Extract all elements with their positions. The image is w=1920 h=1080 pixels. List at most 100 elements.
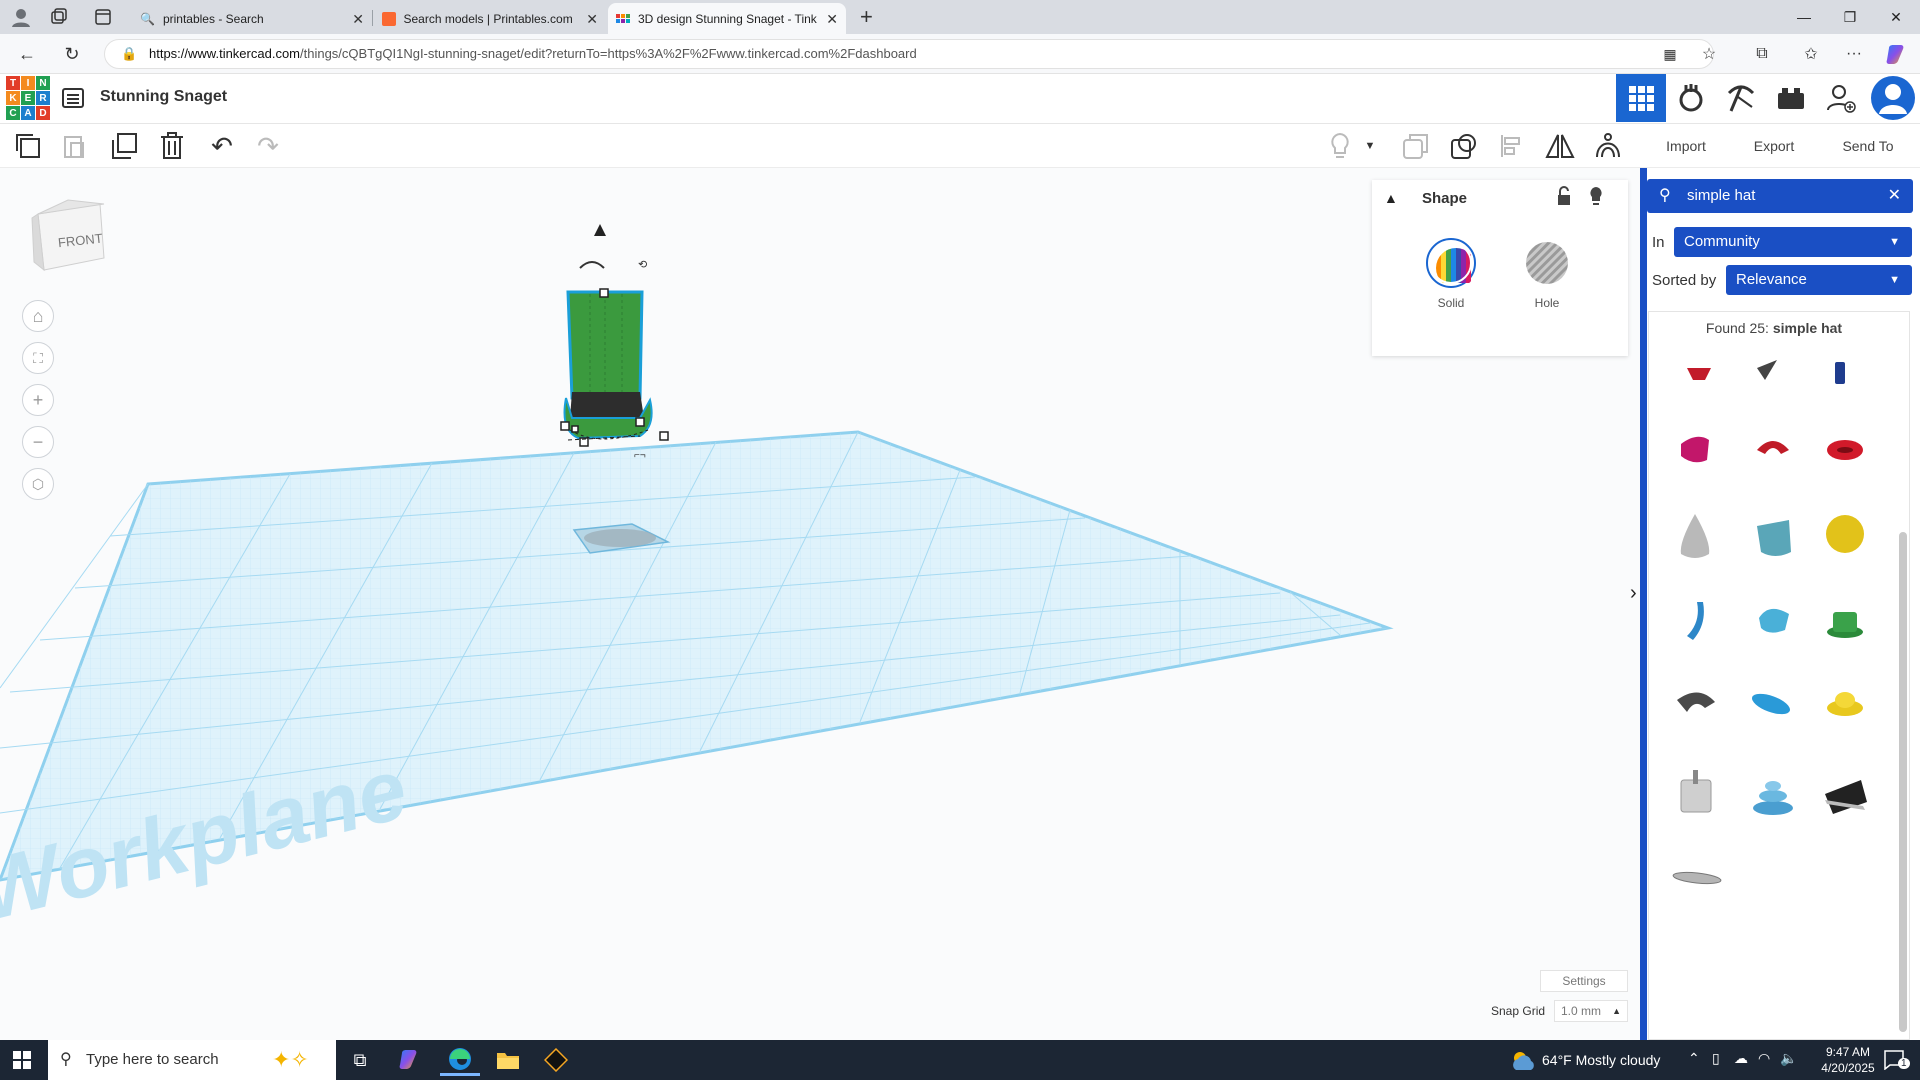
collapse-chevron-icon[interactable]: ▲ (1384, 190, 1398, 206)
result-item[interactable] (1757, 441, 1789, 454)
clock[interactable]: 9:47 AM 4/20/2025 (1808, 1044, 1888, 1076)
export-button[interactable]: Export (1736, 132, 1812, 160)
address-bar[interactable]: 🔒 https://www.tinkercad.com/things/cQBTg… (104, 39, 1714, 69)
close-window-icon[interactable]: ✕ (1873, 0, 1919, 34)
dimension-handle[interactable]: ⌐¬ (634, 450, 646, 461)
result-item[interactable] (1825, 780, 1867, 814)
show-hidden-icons[interactable]: ⌃ (1688, 1050, 1700, 1067)
tab-actions-icon[interactable] (94, 8, 112, 26)
view-cube[interactable]: FRONT (30, 198, 110, 278)
result-item[interactable] (1680, 514, 1710, 558)
onedrive-cloud-icon[interactable]: ☁ (1734, 1050, 1748, 1067)
add-user-button[interactable] (1816, 74, 1866, 122)
result-item[interactable] (1827, 440, 1863, 460)
group-button[interactable] (1400, 130, 1432, 162)
favorites-icon[interactable]: ✩ (1797, 40, 1825, 68)
profile-icon[interactable] (10, 6, 32, 28)
copilot-icon[interactable] (1882, 40, 1910, 68)
undo-icon[interactable]: ↶ (206, 130, 238, 162)
note-lightbulb-icon[interactable] (1324, 130, 1356, 162)
top-hat-model[interactable] (563, 290, 653, 440)
ungroup-button[interactable] (1448, 130, 1480, 162)
blocks-button[interactable] (1716, 74, 1766, 122)
close-tab-icon[interactable]: ✕ (352, 11, 364, 28)
result-item[interactable] (1753, 781, 1793, 815)
align-button[interactable] (1496, 130, 1528, 162)
weather-cloud-icon[interactable] (1510, 1048, 1538, 1072)
favorite-star-icon[interactable]: ☆ (1695, 40, 1723, 68)
snap-grid-select[interactable]: 1.0 mm ▲ (1554, 1000, 1628, 1022)
import-button[interactable]: Import (1648, 132, 1724, 160)
zoom-in-button[interactable]: + (22, 384, 54, 416)
new-tab-icon[interactable]: + (860, 4, 873, 30)
result-item[interactable] (1687, 368, 1711, 380)
results-scrollbar[interactable] (1899, 532, 1907, 1032)
redo-icon[interactable]: ↷ (252, 130, 284, 162)
hole-button[interactable] (1524, 240, 1570, 286)
result-item[interactable] (1681, 436, 1709, 463)
send-to-button[interactable]: Send To (1824, 132, 1912, 160)
wifi-icon[interactable]: ◠ (1758, 1050, 1770, 1067)
browser-tab-search[interactable]: 🔍 printables - Search ✕ (132, 3, 372, 34)
sim-lab-button[interactable] (1666, 74, 1716, 122)
design-title[interactable]: Stunning Snaget (100, 88, 227, 106)
3d-viewport[interactable]: Workplane ⟲ ⌐¬ FRONT ⌂ ⛶ + − ⬡ ▲ Shape S… (0, 168, 1640, 1040)
notification-center-icon[interactable]: 1 (1884, 1050, 1910, 1070)
fit-view-button[interactable]: ⛶ (22, 342, 54, 374)
results-grid[interactable] (1649, 332, 1899, 1032)
result-item[interactable] (1827, 612, 1863, 638)
visibility-bulb-icon[interactable] (1588, 186, 1604, 208)
paste-button[interactable] (58, 130, 90, 162)
source-dropdown[interactable]: Community ▼ (1674, 227, 1912, 257)
rotate-handle-icon[interactable] (579, 261, 605, 269)
phone-link-icon[interactable]: ▯ (1712, 1050, 1720, 1067)
file-explorer-icon[interactable] (488, 1044, 528, 1076)
app-available-icon[interactable]: ▦ (1656, 40, 1684, 68)
copilot-taskbar-icon[interactable] (390, 1044, 430, 1076)
search-results[interactable]: Found 25: simple hat (1648, 311, 1910, 1040)
note-dropdown-icon[interactable]: ▼ (1360, 130, 1380, 162)
duplicate-button[interactable] (108, 130, 140, 162)
panel-collapse-chevron-icon[interactable]: › (1630, 582, 1640, 622)
zoom-out-button[interactable]: − (22, 426, 54, 458)
result-item[interactable] (1680, 770, 1712, 813)
settings-button[interactable]: Settings (1540, 970, 1628, 992)
result-item[interactable] (1749, 690, 1792, 719)
lock-icon[interactable]: 🔒 (121, 40, 137, 68)
taskbar-search-input[interactable]: ⚲ Type here to search ✦✧ (48, 1040, 336, 1080)
perspective-button[interactable]: ⬡ (22, 468, 54, 500)
result-item[interactable] (1757, 520, 1791, 556)
result-item[interactable] (1672, 871, 1722, 886)
copy-button[interactable] (12, 130, 44, 162)
sort-dropdown[interactable]: Relevance ▼ (1726, 265, 1912, 295)
weather-text[interactable]: 64°F Mostly cloudy (1542, 1052, 1660, 1068)
close-tab-icon[interactable]: ✕ (586, 11, 598, 28)
result-item[interactable] (1757, 360, 1777, 380)
avatar[interactable] (1868, 74, 1918, 122)
tinkercad-logo[interactable]: T I N K E R C A D (6, 76, 50, 120)
more-menu-icon[interactable]: ··· (1840, 40, 1868, 68)
move-up-arrow-icon[interactable] (594, 224, 606, 236)
edge-taskbar-icon[interactable] (440, 1044, 480, 1076)
task-view-icon[interactable]: ⧉ (340, 1044, 380, 1076)
minimize-icon[interactable]: — (1781, 0, 1827, 34)
refresh-icon[interactable]: ↻ (58, 40, 86, 68)
mirror-button[interactable] (1544, 130, 1576, 162)
delete-button[interactable] (156, 130, 188, 162)
result-item[interactable] (1687, 602, 1704, 640)
volume-icon[interactable]: 🔈 (1780, 1050, 1797, 1067)
restore-icon[interactable]: ❐ (1827, 0, 1873, 34)
home-view-button[interactable]: ⌂ (22, 300, 54, 332)
windows-start-icon[interactable] (2, 1044, 42, 1076)
result-item[interactable] (1759, 608, 1789, 633)
app-taskbar-icon[interactable] (536, 1044, 576, 1076)
back-icon[interactable]: ← (13, 40, 41, 68)
design-list-icon[interactable] (62, 88, 84, 108)
extensions-icon[interactable]: ⧉ (1748, 40, 1776, 68)
clear-search-icon[interactable]: ✕ (1888, 179, 1901, 213)
result-item[interactable] (1835, 362, 1845, 384)
workspaces-icon[interactable] (50, 8, 68, 26)
bricks-button[interactable] (1766, 74, 1816, 122)
result-item[interactable] (1826, 515, 1864, 553)
lock-icon[interactable] (1556, 186, 1572, 206)
